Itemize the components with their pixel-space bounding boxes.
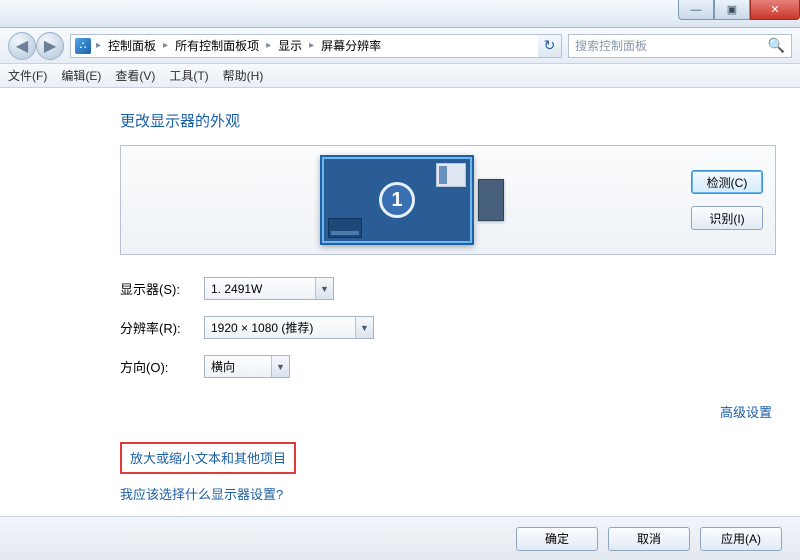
resolution-value: 1920 × 1080 (推荐): [211, 319, 313, 336]
close-button[interactable]: ✕: [750, 0, 800, 20]
menu-file[interactable]: 文件(F): [8, 67, 47, 84]
search-icon: 🔍: [768, 37, 785, 54]
menu-view[interactable]: 查看(V): [115, 67, 155, 84]
highlight-box: 放大或缩小文本和其他项目: [120, 442, 296, 474]
breadcrumb-item[interactable]: 屏幕分辨率: [319, 37, 383, 54]
forward-button[interactable]: ▶: [36, 32, 64, 60]
menu-help[interactable]: 帮助(H): [223, 67, 264, 84]
menu-bar: 文件(F) 编辑(E) 查看(V) 工具(T) 帮助(H): [0, 64, 800, 88]
search-input[interactable]: 搜索控制面板 🔍: [568, 34, 792, 58]
explorer-nav-bar: ◀ ▶ ⛬ ▸ 控制面板 ▸ 所有控制面板项 ▸ 显示 ▸ 屏幕分辨率 ↻ 搜索…: [0, 28, 800, 64]
dialog-footer: 确定 取消 应用(A): [0, 516, 800, 560]
display-value: 1. 2491W: [211, 282, 262, 296]
nav-buttons: ◀ ▶: [8, 32, 64, 60]
maximize-button[interactable]: ▣: [714, 0, 750, 20]
orientation-value: 横向: [211, 358, 235, 375]
scale-text-link[interactable]: 放大或缩小文本和其他项目: [130, 451, 286, 466]
field-resolution: 分辨率(R): 1920 × 1080 (推荐) ▼: [120, 316, 776, 339]
resolution-label: 分辨率(R):: [120, 318, 204, 337]
advanced-settings-link[interactable]: 高级设置: [720, 405, 772, 420]
page-heading: 更改显示器的外观: [120, 110, 776, 131]
chevron-right-icon: ▸: [306, 40, 317, 51]
monitor-2[interactable]: [478, 179, 504, 221]
resolution-combo[interactable]: 1920 × 1080 (推荐) ▼: [204, 316, 374, 339]
breadcrumb-item[interactable]: 控制面板: [106, 37, 158, 54]
back-button[interactable]: ◀: [8, 32, 36, 60]
minimize-button[interactable]: —: [678, 0, 714, 20]
chevron-right-icon: ▸: [160, 40, 171, 51]
advanced-settings-row: 高级设置: [120, 402, 772, 422]
monitor-number-badge: 1: [379, 182, 415, 218]
breadcrumb-item[interactable]: 显示: [276, 37, 304, 54]
menu-edit[interactable]: 编辑(E): [61, 67, 101, 84]
display-combo[interactable]: 1. 2491W ▼: [204, 277, 334, 300]
menu-tools[interactable]: 工具(T): [169, 67, 208, 84]
cancel-button[interactable]: 取消: [608, 527, 690, 551]
chevron-right-icon: ▸: [93, 40, 104, 51]
which-settings-link[interactable]: 我应该选择什么显示器设置?: [120, 487, 283, 502]
refresh-button[interactable]: ↻: [538, 34, 562, 58]
display-label: 显示器(S):: [120, 279, 204, 298]
identify-button[interactable]: 识别(I): [691, 206, 763, 230]
orientation-combo[interactable]: 横向 ▼: [204, 355, 290, 378]
monitor-preview-box: 1 检测(C) 识别(I): [120, 145, 776, 255]
main-content: 更改显示器的外观 1 检测(C) 识别(I) 显示器(S): 1. 2491W …: [0, 88, 800, 516]
monitor-thumb-icon: [436, 163, 466, 187]
window-controls: — ▣ ✕: [678, 0, 800, 20]
monitor-preview[interactable]: 1: [133, 155, 691, 245]
chevron-down-icon: ▼: [315, 278, 333, 299]
detect-button[interactable]: 检测(C): [691, 170, 763, 194]
chevron-down-icon: ▼: [355, 317, 373, 338]
chevron-right-icon: ▸: [263, 40, 274, 51]
control-panel-icon: ⛬: [75, 38, 91, 54]
monitor-taskbar-icon: [328, 218, 362, 238]
search-placeholder: 搜索控制面板: [575, 37, 647, 54]
field-orientation: 方向(O): 横向 ▼: [120, 355, 776, 378]
field-display: 显示器(S): 1. 2491W ▼: [120, 277, 776, 300]
window-titlebar: — ▣ ✕: [0, 0, 800, 28]
breadcrumb-bar[interactable]: ⛬ ▸ 控制面板 ▸ 所有控制面板项 ▸ 显示 ▸ 屏幕分辨率: [70, 34, 539, 58]
orientation-label: 方向(O):: [120, 357, 204, 376]
apply-button[interactable]: 应用(A): [700, 527, 782, 551]
monitor-1[interactable]: 1: [320, 155, 474, 245]
breadcrumb-item[interactable]: 所有控制面板项: [173, 37, 261, 54]
chevron-down-icon: ▼: [271, 356, 289, 377]
ok-button[interactable]: 确定: [516, 527, 598, 551]
monitor-actions: 检测(C) 识别(I): [691, 170, 763, 230]
